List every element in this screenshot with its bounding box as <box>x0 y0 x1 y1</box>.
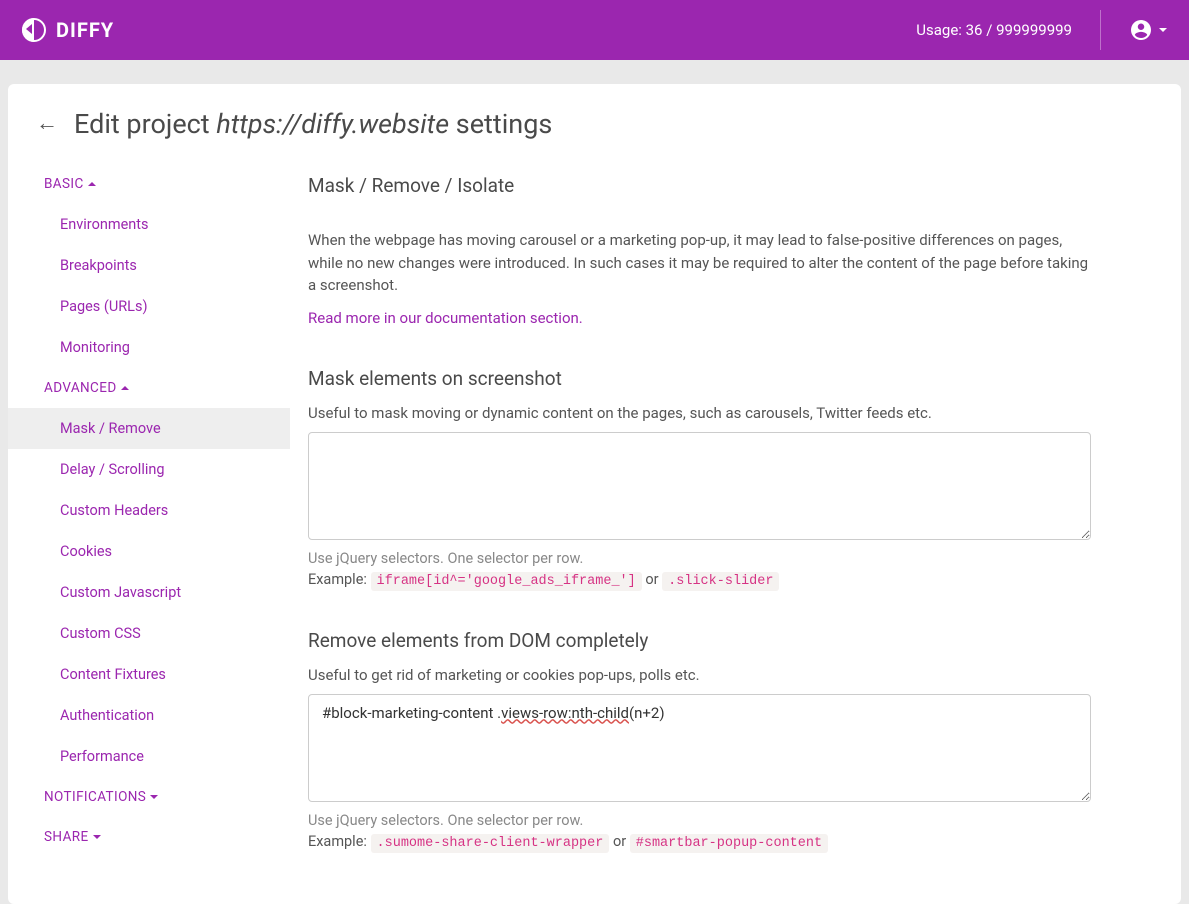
section-heading: Mask / Remove / Isolate <box>308 174 1091 197</box>
nav-monitoring[interactable]: Monitoring <box>22 327 308 368</box>
diffy-logo-icon <box>22 18 46 42</box>
nav-mask-remove[interactable]: Mask / Remove <box>8 408 290 449</box>
nav-group-notifications[interactable]: NOTIFICATIONS <box>22 777 308 817</box>
nav-environments[interactable]: Environments <box>22 204 308 245</box>
remove-title: Remove elements from DOM completely <box>308 629 1091 652</box>
remove-selectors-input[interactable] <box>308 694 1091 802</box>
main-card: ← Edit project https://diffy.website set… <box>8 84 1181 904</box>
mask-hint: Use jQuery selectors. One selector per r… <box>308 550 1091 567</box>
nav-cookies[interactable]: Cookies <box>22 531 308 572</box>
remove-example-code-2: #smartbar-popup-content <box>630 834 828 853</box>
nav-content-fixtures[interactable]: Content Fixtures <box>22 654 308 695</box>
chevron-down-icon <box>93 835 101 839</box>
nav-group-basic[interactable]: BASIC <box>22 164 308 204</box>
nav-custom-headers[interactable]: Custom Headers <box>22 490 308 531</box>
mask-desc: Useful to mask moving or dynamic content… <box>308 404 1091 422</box>
header-divider <box>1100 10 1101 50</box>
settings-sidebar: BASIC Environments Breakpoints Pages (UR… <box>8 164 308 857</box>
chevron-up-icon <box>121 386 129 390</box>
mask-example-code-2: .slick-slider <box>662 572 779 591</box>
brand-logo[interactable]: DIFFY <box>22 18 114 42</box>
remove-example-code-1: .sumome-share-client-wrapper <box>371 834 610 853</box>
app-header: DIFFY Usage: 36 / 999999999 <box>0 0 1189 60</box>
chevron-up-icon <box>88 182 96 186</box>
nav-breakpoints[interactable]: Breakpoints <box>22 245 308 286</box>
mask-title: Mask elements on screenshot <box>308 367 1091 390</box>
mask-example: Example: iframe[id^='google_ads_iframe_'… <box>308 571 1091 589</box>
user-menu[interactable] <box>1129 18 1167 42</box>
nav-authentication[interactable]: Authentication <box>22 695 308 736</box>
documentation-link[interactable]: Read more in our documentation section. <box>308 309 583 327</box>
page-title: Edit project https://diffy.website setti… <box>74 108 552 140</box>
chevron-down-icon <box>150 795 158 799</box>
nav-group-share[interactable]: SHARE <box>22 817 308 857</box>
brand-text: DIFFY <box>56 18 114 42</box>
usage-counter: Usage: 36 / 999999999 <box>916 21 1072 39</box>
remove-example: Example: .sumome-share-client-wrapper or… <box>308 833 1091 851</box>
chevron-down-icon <box>1159 28 1167 32</box>
intro-text: When the webpage has moving carousel or … <box>308 229 1091 297</box>
settings-content: Mask / Remove / Isolate When the webpage… <box>308 164 1181 857</box>
back-arrow-icon[interactable]: ← <box>36 113 58 135</box>
nav-custom-javascript[interactable]: Custom Javascript <box>22 572 308 613</box>
nav-performance[interactable]: Performance <box>22 736 308 777</box>
remove-desc: Useful to get rid of marketing or cookie… <box>308 666 1091 684</box>
nav-pages-urls[interactable]: Pages (URLs) <box>22 286 308 327</box>
nav-delay-scrolling[interactable]: Delay / Scrolling <box>22 449 308 490</box>
user-icon <box>1129 18 1153 42</box>
nav-custom-css[interactable]: Custom CSS <box>22 613 308 654</box>
mask-selectors-input[interactable] <box>308 432 1091 540</box>
nav-group-advanced[interactable]: ADVANCED <box>22 368 308 408</box>
mask-example-code-1: iframe[id^='google_ads_iframe_'] <box>371 572 642 591</box>
remove-hint: Use jQuery selectors. One selector per r… <box>308 812 1091 829</box>
